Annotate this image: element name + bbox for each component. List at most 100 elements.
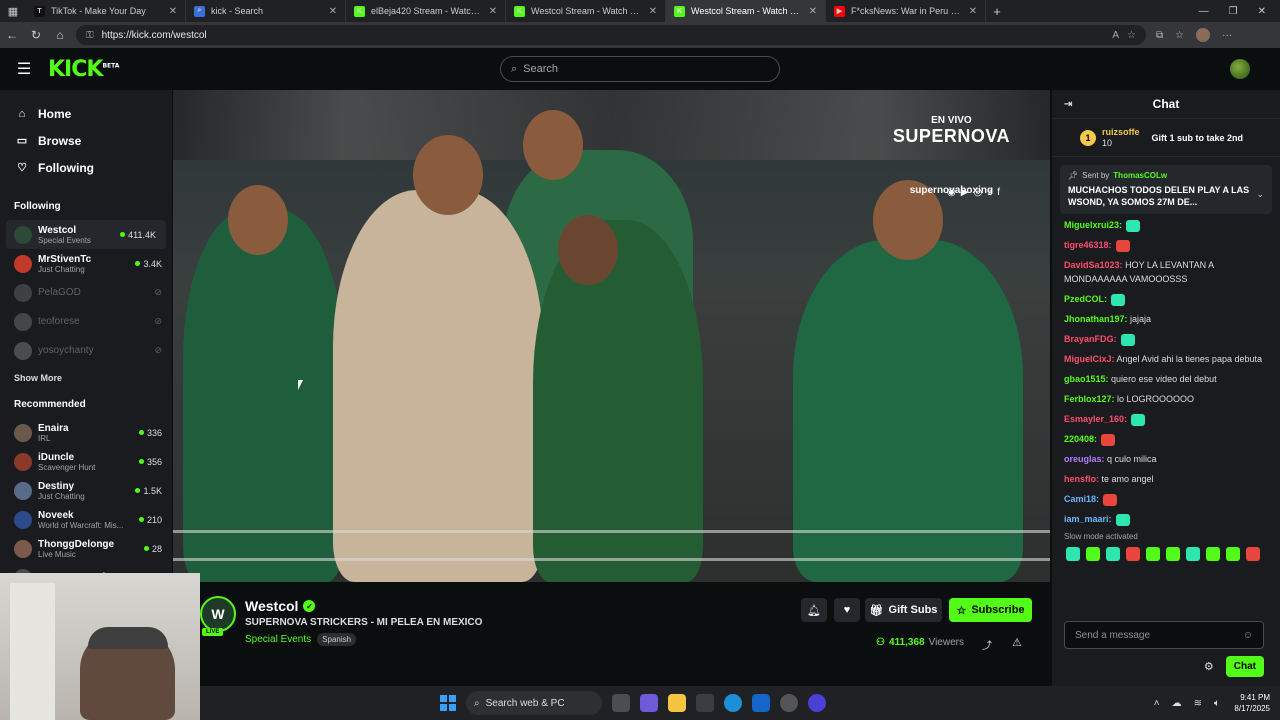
pinned-user[interactable]: ThomasCOLw [1113, 171, 1167, 180]
chat-username[interactable]: BrayanFDG: [1064, 334, 1117, 344]
channel-item[interactable]: PelaGOD ⊘ [0, 278, 172, 307]
chat-username[interactable]: iam_maari: [1064, 514, 1112, 524]
language-tag[interactable]: Spanish [317, 633, 357, 646]
chat-username[interactable]: oreuglas: [1064, 454, 1105, 464]
chat-username[interactable]: gbao1515: [1064, 374, 1109, 384]
sidebar-item-browse[interactable]: ▭ Browse [0, 127, 172, 154]
stream-category[interactable]: Special Events [245, 634, 311, 645]
streamer-avatar[interactable]: W [200, 596, 236, 632]
top-gifter-name[interactable]: ruizsoffe [1102, 127, 1140, 138]
gift-prompt[interactable]: Gift 1 sub to take 2nd [1152, 133, 1244, 143]
sidebar-item-home[interactable]: ⌂ Home [0, 100, 172, 127]
kick-logo[interactable]: KICKBETA [48, 57, 119, 82]
browser-tab[interactable]: ▶ F*cksNews: War in Peru - YouTub ✕ [826, 0, 986, 22]
favorite-star-icon[interactable]: ☆ [1127, 30, 1136, 41]
new-tab-button[interactable]: + [986, 4, 1008, 19]
chat-username[interactable]: Miguelxrui23: [1064, 220, 1122, 230]
channel-item[interactable]: Noveek World of Warcraft: Mis... 210 [0, 505, 172, 534]
follow-heart-button[interactable]: ♥ [834, 598, 860, 622]
gear-icon[interactable]: ⚙ [1204, 660, 1214, 673]
clock[interactable]: 9:41 PM 8/17/2025 [1234, 692, 1270, 714]
subscribe-button[interactable]: ☆ Subscribe [949, 598, 1032, 622]
chat-username[interactable]: PzedCOL: [1064, 294, 1107, 304]
home-icon[interactable]: ⌂ [48, 28, 72, 42]
store-icon[interactable] [696, 694, 714, 712]
channel-item[interactable]: ThonggDelonge Live Music 28 [0, 534, 172, 563]
emoji-icon[interactable]: ☺ [1243, 630, 1253, 641]
edge-icon[interactable] [724, 694, 742, 712]
quick-emote-icon[interactable] [1086, 547, 1100, 561]
chat-username[interactable]: DavidSa1023: [1064, 260, 1123, 270]
back-icon[interactable]: ← [0, 28, 24, 42]
chat-username[interactable]: tigre46318: [1064, 240, 1112, 250]
quick-emote-icon[interactable] [1246, 547, 1260, 561]
windows-start-icon[interactable] [440, 695, 456, 711]
settings-icon[interactable] [780, 694, 798, 712]
channel-item[interactable]: yosoychanty ⊘ [0, 336, 172, 365]
tab-close-icon[interactable]: ✕ [329, 6, 337, 17]
outlook-icon[interactable] [752, 694, 770, 712]
gift-subs-button[interactable]: 🎁︎ Gift Subs [865, 598, 942, 622]
browser-tab[interactable]: KelBeja420 Stream - Watch Li ✕ [346, 0, 506, 22]
task-view-icon[interactable] [612, 694, 630, 712]
tab-close-icon[interactable]: ✕ [169, 6, 177, 17]
pinned-message[interactable]: 📌︎ Sent by ThomasCOLw MUCHACHOS TODOS DE… [1060, 165, 1272, 214]
chevron-up-icon[interactable]: ˄ [1154, 698, 1160, 709]
sidebar-item-following[interactable]: ♡ Following [0, 154, 172, 181]
site-info-icon[interactable]: ⚿ [86, 30, 94, 41]
chat-username[interactable]: MiguelCixJ: [1064, 354, 1115, 364]
chat-username[interactable]: Ferblox127: [1064, 394, 1115, 404]
chat-username[interactable]: Esmayler_160: [1064, 414, 1127, 424]
quick-emote-icon[interactable] [1126, 547, 1140, 561]
tab-close-icon[interactable]: ✕ [489, 6, 497, 17]
quick-emote-icon[interactable] [1106, 547, 1120, 561]
browser-tab[interactable]: K Westcol Stream - Watch Live ✕ [666, 0, 826, 22]
read-aloud-icon[interactable]: A [1112, 30, 1119, 41]
refresh-icon[interactable]: ↻ [24, 28, 48, 42]
send-chat-button[interactable]: Chat [1225, 656, 1264, 677]
browser-tab[interactable]: T TikTok - Make Your Day ✕ [26, 0, 186, 22]
streamer-name[interactable]: Westcol [245, 598, 298, 614]
channel-item[interactable]: iDuncle Scavenger Hunt 356 [0, 447, 172, 476]
maximize-icon[interactable]: ❐ [1229, 6, 1238, 17]
quick-emote-icon[interactable] [1226, 547, 1240, 561]
user-avatar[interactable] [1230, 59, 1250, 79]
volume-icon[interactable]: 🔈︎ [1214, 698, 1220, 709]
chat-username[interactable]: hensflo: [1064, 474, 1099, 484]
wifi-icon[interactable]: ≋ [1194, 698, 1202, 709]
tab-close-icon[interactable]: ✕ [969, 6, 977, 17]
quick-emote-icon[interactable] [1066, 547, 1080, 561]
channel-item[interactable]: Enaira IRL 336 [0, 418, 172, 447]
app-icon[interactable] [808, 694, 826, 712]
chat-username[interactable]: Cami18: [1064, 494, 1099, 504]
chat-username[interactable]: 220408: [1064, 434, 1097, 444]
tab-close-icon[interactable]: ✕ [649, 6, 657, 17]
menu-icon[interactable]: ☰ [0, 59, 48, 79]
browser-tab[interactable]: K Westcol Stream - Watch Live ✕ [506, 0, 666, 22]
chat-message-input[interactable]: Send a message ☺ [1064, 621, 1264, 649]
report-icon[interactable]: ⚠ [1012, 636, 1022, 649]
favorites-icon[interactable]: ☆ [1175, 30, 1184, 41]
quick-emote-icon[interactable] [1206, 547, 1220, 561]
share-icon[interactable]: ⤴ [982, 637, 992, 652]
quick-emote-icon[interactable] [1186, 547, 1200, 561]
tab-close-icon[interactable]: ✕ [809, 6, 817, 17]
quick-emote-icon[interactable] [1166, 547, 1180, 561]
taskbar-search[interactable]: ⌕ Search web & PC [466, 691, 602, 715]
more-menu-icon[interactable]: ··· [1222, 30, 1232, 41]
channel-item[interactable]: Destiny Just Chatting 1.5K [0, 476, 172, 505]
chat-username[interactable]: Jhonathan197: [1064, 314, 1128, 324]
channel-item[interactable]: Westcol Special Events 411.4K [6, 220, 166, 249]
search-input[interactable]: ⌕ Search [500, 56, 780, 82]
channel-item[interactable]: MrStivenTc Just Chatting 3.4K [0, 249, 172, 278]
close-window-icon[interactable]: ✕ [1258, 6, 1266, 17]
url-field[interactable]: ⚿ https://kick.com/westcol A ☆ [76, 25, 1146, 45]
profile-avatar[interactable] [1196, 28, 1211, 42]
chevron-down-icon[interactable]: ⌄ [1256, 189, 1264, 200]
quick-emote-icon[interactable] [1146, 547, 1160, 561]
minimize-icon[interactable]: — [1199, 6, 1209, 17]
video-player[interactable]: EN VIVO SUPERNOVA supernovaboxing ◉ ▶ ◎ … [173, 90, 1050, 582]
collapse-chat-icon[interactable]: ⇥ [1064, 99, 1072, 110]
notification-bell-button[interactable]: 🔔︎ [801, 598, 827, 622]
browser-tab[interactable]: ⌕ kick - Search ✕ [186, 0, 346, 22]
